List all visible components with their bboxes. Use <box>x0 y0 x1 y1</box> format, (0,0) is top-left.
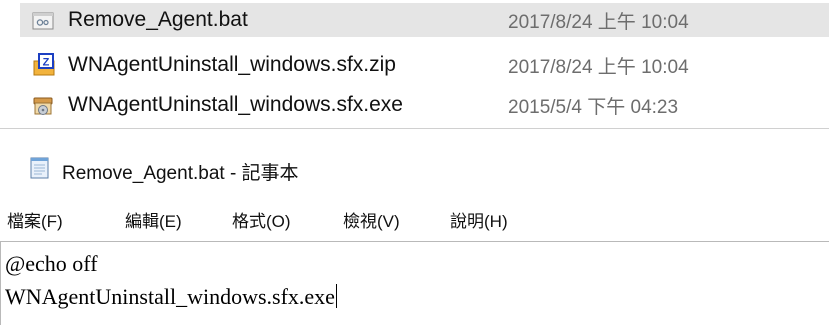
file-name: WNAgentUninstall_windows.sfx.exe <box>68 93 403 116</box>
editor-line-1: @echo off <box>5 251 98 276</box>
menu-view[interactable]: 檢視(V) <box>343 207 400 232</box>
file-modified-date: 2017/8/24 上午 10:04 <box>508 11 689 33</box>
zip-archive-icon: Z <box>32 53 55 76</box>
file-row-sfx-exe[interactable]: WNAgentUninstall_windows.sfx.exe 2015/5/… <box>20 88 829 122</box>
file-row-sfx-zip[interactable]: Z WNAgentUninstall_windows.sfx.zip 2017/… <box>20 48 829 82</box>
notepad-icon <box>29 156 51 180</box>
notepad-window: Remove_Agent.bat - 記事本 檔案(F) 編輯(E) 格式(O)… <box>0 128 829 325</box>
text-caret <box>335 284 337 308</box>
sfx-installer-icon <box>32 95 54 117</box>
menu-help[interactable]: 說明(H) <box>450 207 508 232</box>
menu-file[interactable]: 檔案(F) <box>7 207 63 232</box>
menu-edit[interactable]: 編輯(E) <box>125 207 182 232</box>
window-title: Remove_Agent.bat - 記事本 <box>62 163 299 184</box>
file-name: Remove_Agent.bat <box>68 8 248 31</box>
editor-line-2-text: WNAgentUninstall_windows.sfx.exe <box>5 284 335 309</box>
file-modified-date: 2015/5/4 下午 04:23 <box>508 96 679 118</box>
file-name: WNAgentUninstall_windows.sfx.zip <box>68 53 396 76</box>
menu-bar: 檔案(F) 編輯(E) 格式(O) 檢視(V) 說明(H) <box>0 193 829 239</box>
file-row-remove-agent-bat[interactable]: Remove_Agent.bat 2017/8/24 上午 10:04 <box>20 3 829 37</box>
menu-format[interactable]: 格式(O) <box>232 207 291 232</box>
editor-line-2: WNAgentUninstall_windows.sfx.exe <box>5 284 337 310</box>
explorer-file-list: Remove_Agent.bat 2017/8/24 上午 10:04 Z WN… <box>0 0 829 124</box>
text-editor[interactable]: @echo off WNAgentUninstall_windows.sfx.e… <box>0 241 829 325</box>
svg-text:Z: Z <box>43 57 50 69</box>
title-bar[interactable]: Remove_Agent.bat - 記事本 <box>0 129 829 193</box>
batch-file-icon <box>32 10 54 32</box>
file-modified-date: 2017/8/24 上午 10:04 <box>508 56 689 78</box>
